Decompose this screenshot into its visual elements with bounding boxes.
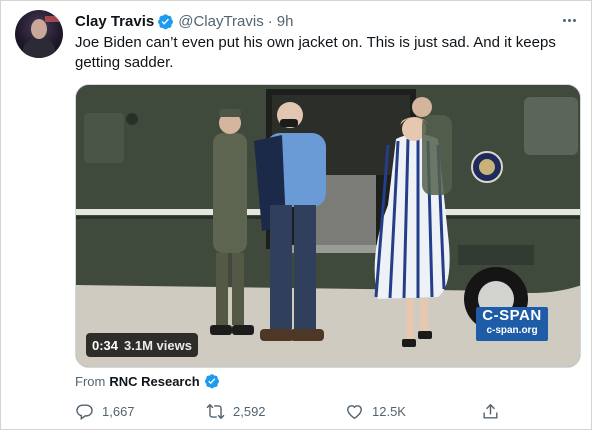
avatar-background: [45, 16, 59, 22]
tweet-header: Clay Travis @ClayTravis · 9h: [75, 11, 293, 31]
video-stats-chip: 0:34 3.1M views: [86, 333, 198, 357]
retweet-icon: [206, 403, 225, 419]
author-name[interactable]: Clay Travis: [75, 13, 154, 30]
tweet-text: Joe Biden can’t even put his own jacket …: [75, 34, 556, 71]
retweet-count: 2,592: [233, 403, 266, 419]
verified-badge-icon: [158, 13, 174, 29]
reply-button[interactable]: 1,667: [75, 399, 135, 423]
watermark-title: C-SPAN: [482, 307, 542, 324]
avatar-shoulders: [23, 38, 55, 58]
tweet-timestamp[interactable]: 9h: [277, 13, 294, 30]
avatar-face: [31, 19, 47, 39]
like-button[interactable]: 12.5K: [345, 399, 406, 423]
media-attribution: From RNC Research: [75, 373, 220, 389]
tweet-actions: 1,667 2,592 12.5K: [75, 399, 515, 423]
reply-count: 1,667: [102, 403, 135, 419]
attribution-source-link[interactable]: RNC Research: [109, 374, 199, 389]
video-player[interactable]: 0:34 3.1M views C-SPAN c-span.org: [75, 84, 581, 368]
share-icon: [483, 403, 498, 419]
video-views: 3.1M views: [124, 337, 192, 353]
cspan-watermark: C-SPAN c-span.org: [476, 307, 548, 341]
author-handle[interactable]: @ClayTravis: [178, 13, 264, 30]
like-count: 12.5K: [372, 403, 406, 419]
tweet-card[interactable]: Clay Travis @ClayTravis · 9h Joe Biden c…: [0, 0, 592, 430]
watermark-url: c-span.org: [486, 325, 538, 336]
verified-badge-icon: [204, 374, 219, 389]
more-icon[interactable]: [559, 12, 579, 28]
heart-icon: [347, 404, 362, 419]
avatar[interactable]: [15, 10, 63, 58]
reply-icon: [76, 403, 93, 420]
attribution-label: From: [75, 373, 106, 389]
video-duration: 0:34: [92, 337, 119, 353]
retweet-button[interactable]: 2,592: [206, 399, 266, 423]
header-separator: ·: [267, 12, 273, 30]
share-button[interactable]: [481, 399, 500, 423]
